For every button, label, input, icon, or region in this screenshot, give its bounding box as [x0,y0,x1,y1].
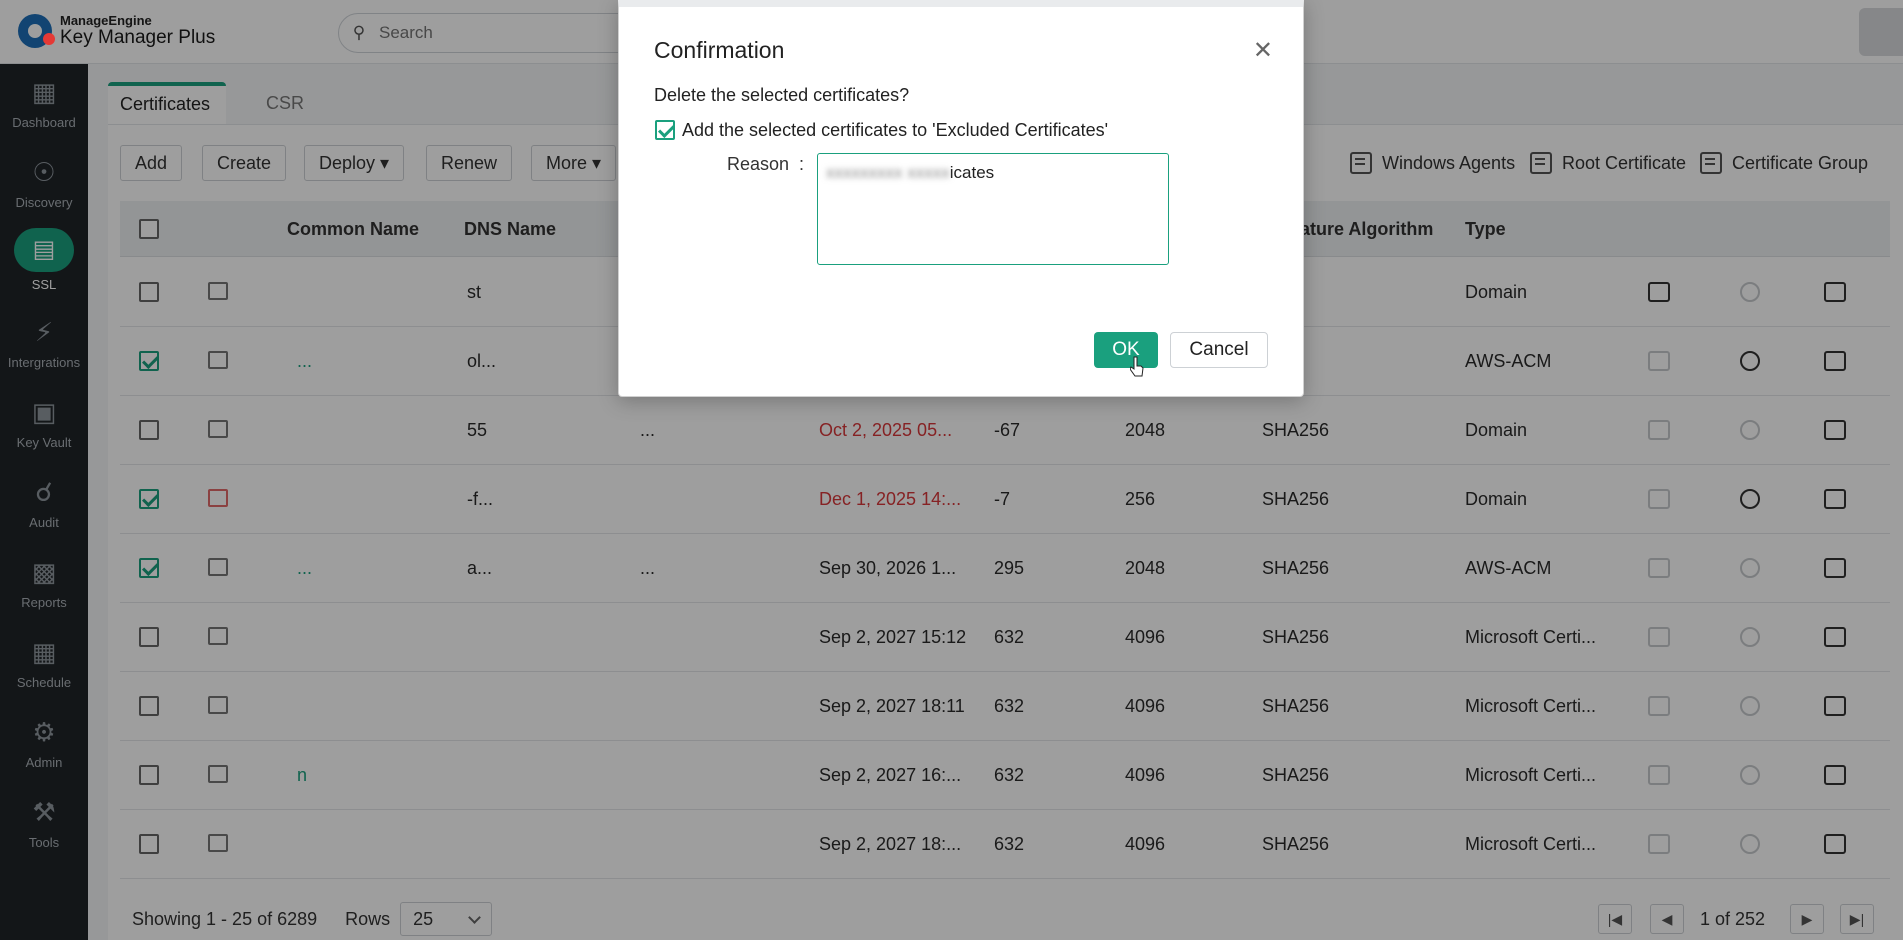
exclude-certificates-label: Add the selected certificates to 'Exclud… [682,120,1109,140]
reason-label: Reason : [727,154,805,174]
ok-button[interactable]: OK [1094,332,1158,368]
pointer-cursor-icon [1130,356,1144,377]
exclude-certificates-checkbox[interactable] [655,120,675,140]
reason-value: xxxxxxxxx xxxxxicates [826,163,995,182]
confirmation-dialog: Confirmation ✕ Delete the selected certi… [618,0,1304,397]
close-icon[interactable]: ✕ [1253,39,1273,63]
dialog-question: Delete the selected certificates? [654,85,910,105]
dialog-title: Confirmation [654,37,785,63]
cancel-button[interactable]: Cancel [1170,332,1268,368]
